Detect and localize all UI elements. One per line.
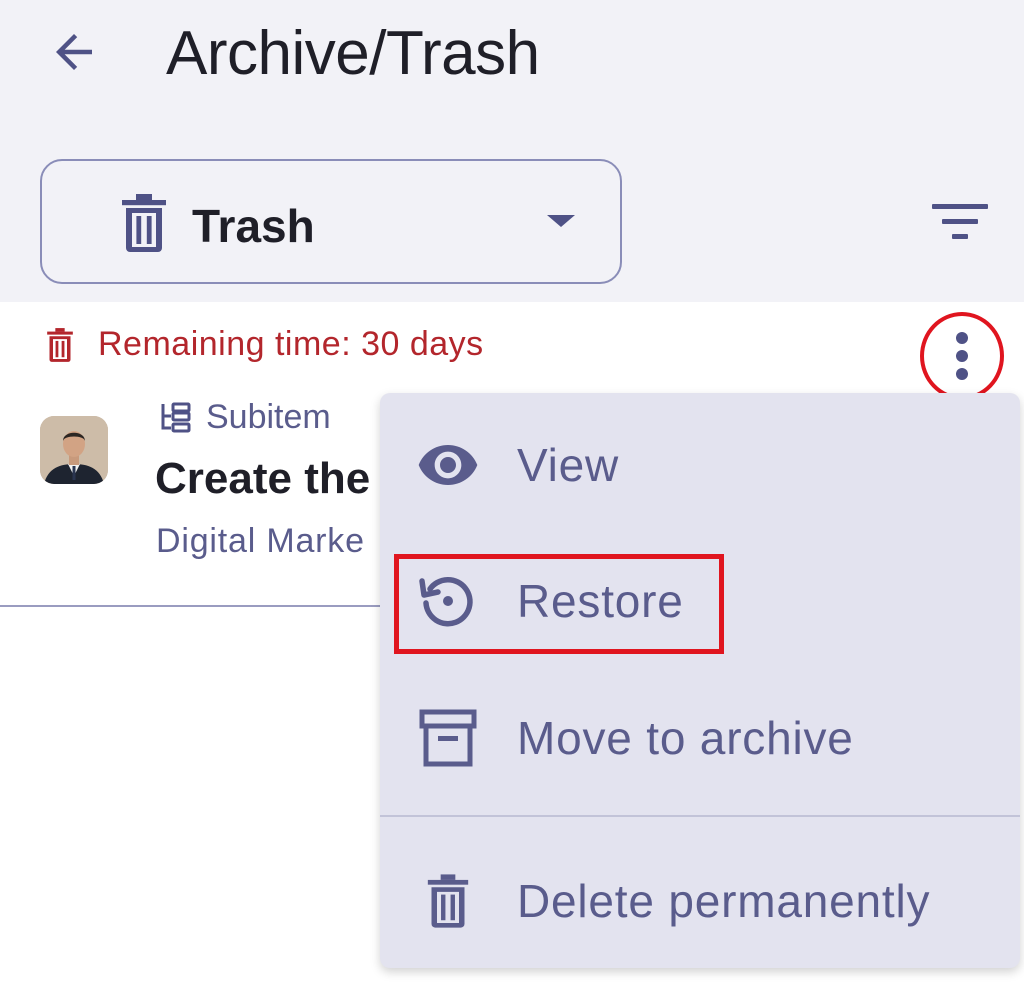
avatar [40,416,108,484]
menu-item-move-to-archive[interactable]: Move to archive [380,678,1020,798]
menu-item-delete-permanently-label: Delete permanently [517,875,931,927]
item-type-row: Subitem [158,398,331,437]
trash-icon [416,869,480,933]
context-menu: View Restore Move to archive Delete perm… [380,393,1020,968]
remaining-time-label: Remaining time: 30 days [98,325,484,363]
arrow-left-icon [56,34,92,70]
menu-item-view[interactable]: View [380,405,1020,525]
chevron-down-icon [547,215,575,227]
item-board-name: Digital Marke [156,522,365,560]
menu-divider [380,815,1020,817]
archive-icon [416,706,480,770]
menu-item-delete-permanently[interactable]: Delete permanently [380,841,1020,961]
view-selector-label: Trash [192,200,315,252]
page-title: Archive/Trash [166,19,540,88]
view-selector-dropdown[interactable]: Trash [40,159,622,284]
menu-item-move-to-archive-label: Move to archive [517,712,854,764]
restore-highlight-box [394,554,724,654]
filter-icon [932,204,988,239]
trash-icon [120,194,168,257]
filter-button[interactable] [928,196,992,246]
item-type-label: Subitem [206,398,331,436]
item-title[interactable]: Create the [155,454,370,504]
more-vert-icon [956,332,968,380]
subitem-icon [161,402,191,432]
menu-item-view-label: View [517,439,620,491]
app-header: Archive/Trash Trash [0,0,1024,302]
remaining-time-row: Remaining time: 30 days [46,325,484,364]
list-divider [0,605,400,607]
eye-icon [416,433,480,497]
trash-icon [47,327,73,362]
more-options-button[interactable] [920,312,1004,400]
back-button[interactable] [44,22,104,82]
